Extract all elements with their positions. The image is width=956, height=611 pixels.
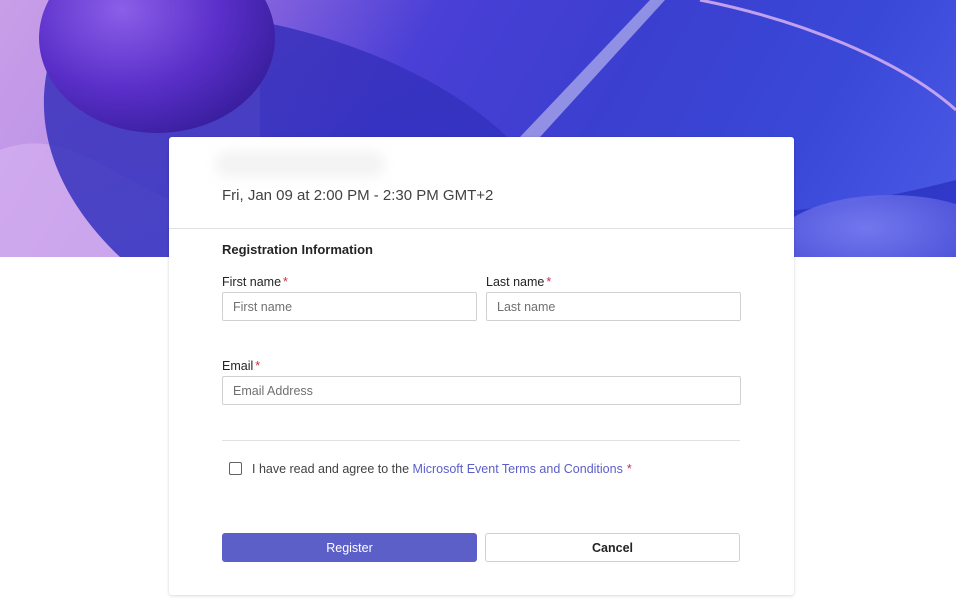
terms-link[interactable]: Microsoft Event Terms and Conditions xyxy=(413,462,623,476)
terms-text: I have read and agree to the Microsoft E… xyxy=(252,462,632,476)
event-date-time: Fri, Jan 09 at 2:00 PM - 2:30 PM GMT+2 xyxy=(222,187,494,204)
required-marker: * xyxy=(546,275,552,289)
cancel-button[interactable]: Cancel xyxy=(485,533,740,562)
last-name-input[interactable] xyxy=(486,292,741,321)
email-label: Email * xyxy=(222,359,260,373)
header-divider xyxy=(169,228,794,229)
terms-prefix: I have read and agree to the xyxy=(252,462,413,476)
register-button[interactable]: Register xyxy=(222,533,477,562)
blurred-event-title xyxy=(215,151,385,177)
first-name-input[interactable] xyxy=(222,292,477,321)
terms-checkbox[interactable] xyxy=(229,462,242,475)
registration-card: Fri, Jan 09 at 2:00 PM - 2:30 PM GMT+2 R… xyxy=(169,137,794,595)
first-name-label: First name * xyxy=(222,275,288,289)
form-divider xyxy=(222,440,740,441)
last-name-label: Last name * xyxy=(486,275,551,289)
last-name-label-text: Last name xyxy=(486,275,545,289)
first-name-label-text: First name xyxy=(222,275,282,289)
email-input[interactable] xyxy=(222,376,741,405)
section-title: Registration Information xyxy=(222,242,373,257)
required-marker: * xyxy=(283,275,288,289)
email-label-text: Email xyxy=(222,359,254,373)
required-marker: * xyxy=(626,462,632,476)
required-marker: * xyxy=(255,359,261,373)
